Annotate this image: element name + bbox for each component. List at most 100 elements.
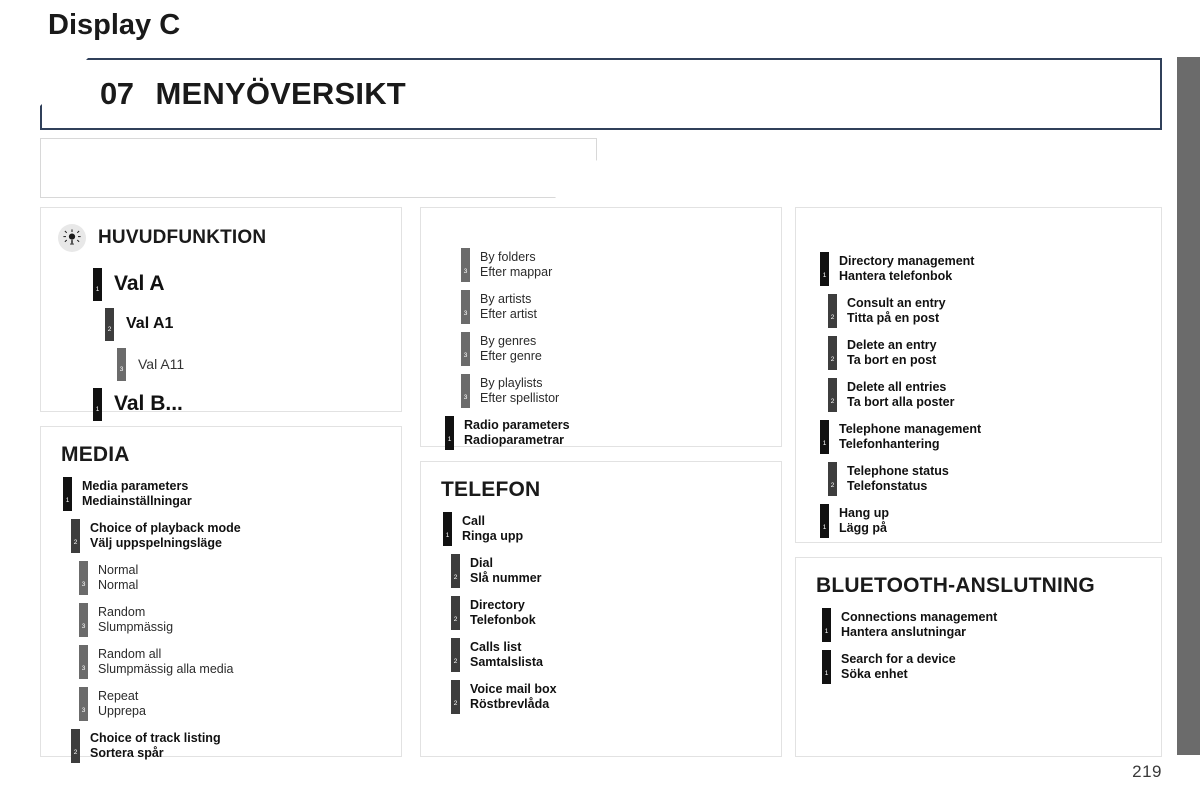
menu-entry-sv: Efter spellistor — [480, 391, 560, 405]
telefon-heading: TELEFON — [441, 478, 769, 502]
menu-entry-en: Media parameters — [82, 478, 189, 493]
level-number: 2 — [830, 397, 835, 405]
level-number: 1 — [822, 523, 827, 531]
menu-entry-en: Consult an entry — [847, 295, 946, 310]
menu-entry[interactable]: 2 Choice of track listing Sortera spår — [71, 729, 389, 763]
menu-entry[interactable]: 1 Directory management Hantera telefonbo… — [820, 252, 1149, 286]
level-number: 3 — [81, 580, 86, 588]
menu-entry[interactable]: 1 Hang up Lägg på — [820, 504, 1149, 538]
menu-entry-sv: Slå nummer — [470, 571, 542, 585]
media-continued-entry-list: 3 By folders Efter mappar 3 By artists E… — [441, 248, 769, 450]
menu-entry-sv: Telefonstatus — [847, 479, 928, 493]
level-number: 1 — [447, 435, 452, 443]
menu-entry[interactable]: 1 Telephone management Telefonhantering — [820, 420, 1149, 454]
legend-row: 1 Val A — [53, 264, 389, 304]
menu-entry-sv: Hantera telefonbok — [839, 269, 953, 283]
level-marker: 2 — [828, 294, 837, 328]
legend-row: 1 Val B... — [53, 384, 389, 424]
panel-telefon-continued: 1 Directory management Hantera telefonbo… — [795, 207, 1162, 543]
menu-entry[interactable]: 3 By genres Efter genre — [461, 332, 769, 366]
level-marker: 3 — [79, 645, 88, 679]
level-marker: 2 — [451, 638, 460, 672]
level-marker: 1 — [445, 416, 454, 450]
level-marker: 1 — [822, 650, 831, 684]
bluetooth-entry-list: 1 Connections management Hantera anslutn… — [818, 608, 1149, 684]
menu-entry-en: Search for a device — [841, 651, 956, 666]
menu-entry-sv: Efter mappar — [480, 265, 553, 279]
menu-entry-en: Dial — [470, 555, 493, 570]
level-marker: 1 — [822, 608, 831, 642]
menu-entry-sv: Röstbrevlåda — [470, 697, 550, 711]
menu-entry-sv: Söka enhet — [841, 667, 908, 681]
menu-entry-sv: Ta bort alla poster — [847, 395, 955, 409]
menu-entry[interactable]: 1 Connections management Hantera anslutn… — [822, 608, 1149, 642]
panel-telefon: TELEFON 1 Call Ringa upp 2 Dial Slå numm… — [420, 461, 782, 757]
menu-entry[interactable]: 3 Repeat Upprepa — [79, 687, 389, 721]
level-number: 2 — [453, 699, 458, 707]
menu-overview-columns: HUVUDFUNKTION 1 Val A 2 Val A1 3 Val A11… — [40, 207, 1162, 763]
level-marker: 3 — [117, 347, 126, 381]
menu-entry-en: Random all — [98, 646, 162, 661]
level-number: 3 — [463, 267, 468, 275]
legend-rows: 1 Val A 2 Val A1 3 Val A11 1 Val B... — [53, 264, 389, 424]
legend-label: Val B... — [114, 392, 183, 415]
level-number: 1 — [95, 406, 100, 413]
menu-entry-sv: Slumpmässig alla media — [98, 662, 234, 676]
menu-entry[interactable]: 3 By artists Efter artist — [461, 290, 769, 324]
menu-entry[interactable]: 2 Dial Slå nummer — [451, 554, 769, 588]
menu-entry-en: Normal — [98, 562, 139, 577]
menu-entry[interactable]: 3 Random Slumpmässig — [79, 603, 389, 637]
menu-entry-sv: Ta bort en post — [847, 353, 937, 367]
level-marker: 1 — [63, 477, 72, 511]
menu-entry[interactable]: 2 Directory Telefonbok — [451, 596, 769, 630]
menu-entry[interactable]: 1 Media parameters Mediainställningar — [63, 477, 389, 511]
menu-entry-sv: Telefonhantering — [839, 437, 940, 451]
menu-entry[interactable]: 3 By folders Efter mappar — [461, 248, 769, 282]
level-marker: 1 — [820, 420, 829, 454]
level-number: 1 — [824, 669, 829, 677]
level-marker: 1 — [820, 504, 829, 538]
menu-entry-en: Radio parameters — [464, 417, 570, 432]
menu-entry[interactable]: 2 Delete an entry Ta bort en post — [828, 336, 1149, 370]
menu-entry[interactable]: 2 Calls list Samtalslista — [451, 638, 769, 672]
level-number: 1 — [822, 271, 827, 279]
brightness-icon — [58, 224, 86, 252]
menu-entry-sv: Titta på en post — [847, 311, 940, 325]
level-number: 2 — [73, 538, 78, 546]
menu-entry[interactable]: 2 Choice of playback mode Välj uppspelni… — [71, 519, 389, 553]
level-number: 1 — [822, 439, 827, 447]
menu-entry-en: Directory — [470, 597, 525, 612]
menu-entry[interactable]: 3 Random all Slumpmässig alla media — [79, 645, 389, 679]
media-entry-list: 1 Media parameters Mediainställningar 2 … — [59, 477, 389, 763]
level-marker: 2 — [828, 336, 837, 370]
menu-entry-en: Calls list — [470, 639, 522, 654]
menu-entry[interactable]: 1 Radio parameters Radioparametrar — [445, 416, 769, 450]
level-number: 2 — [830, 481, 835, 489]
level-number: 2 — [830, 355, 835, 363]
menu-entry-sv: Radioparametrar — [464, 433, 565, 447]
level-marker: 2 — [451, 554, 460, 588]
level-number: 1 — [445, 531, 450, 539]
menu-entry[interactable]: 3 Normal Normal — [79, 561, 389, 595]
menu-entry-en: By artists — [480, 291, 532, 306]
menu-entry[interactable]: 2 Delete all entries Ta bort alla poster — [828, 378, 1149, 412]
menu-entry[interactable]: 1 Call Ringa upp — [443, 512, 769, 546]
display-banner — [40, 138, 597, 198]
level-number: 1 — [824, 627, 829, 635]
menu-entry-en: Directory management — [839, 253, 975, 268]
level-number: 3 — [119, 366, 124, 373]
level-marker: 2 — [105, 307, 114, 341]
menu-entry[interactable]: 3 By playlists Efter spellistor — [461, 374, 769, 408]
menu-entry-sv: Efter genre — [480, 349, 542, 363]
display-banner-label: Display C — [48, 9, 181, 41]
telefon-entry-list: 1 Call Ringa upp 2 Dial Slå nummer 2 Dir… — [439, 512, 769, 714]
level-number: 3 — [81, 706, 86, 714]
menu-entry[interactable]: 2 Telephone status Telefonstatus — [828, 462, 1149, 496]
legend-label: Val A11 — [138, 356, 185, 372]
panel-bluetooth: BLUETOOTH-ANSLUTNING 1 Connections manag… — [795, 557, 1162, 757]
menu-entry[interactable]: 2 Consult an entry Titta på en post — [828, 294, 1149, 328]
menu-entry[interactable]: 2 Voice mail box Röstbrevlåda — [451, 680, 769, 714]
telefon-title: TELEFON — [441, 478, 541, 501]
level-number: 1 — [95, 286, 100, 293]
menu-entry[interactable]: 1 Search for a device Söka enhet — [822, 650, 1149, 684]
